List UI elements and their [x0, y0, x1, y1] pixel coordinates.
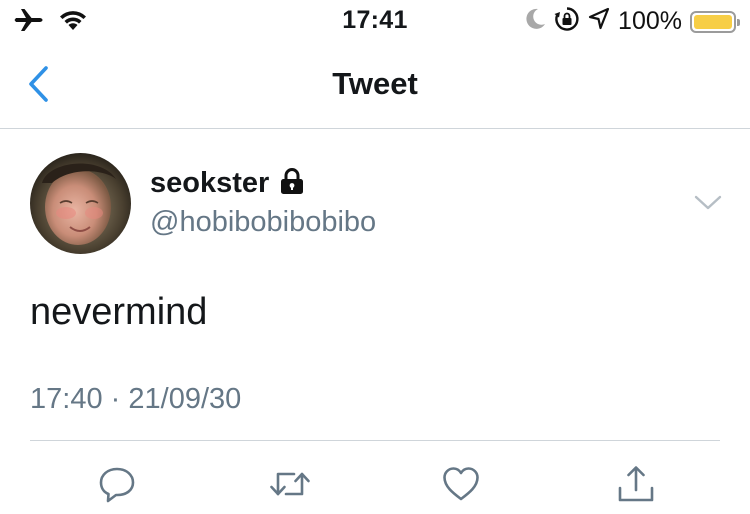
display-name[interactable]: seokster [150, 167, 269, 200]
chevron-down-icon [694, 195, 722, 210]
like-button[interactable] [439, 462, 483, 506]
avatar-photo [30, 153, 131, 254]
location-icon [588, 7, 610, 36]
status-bar: 17:41 100% [0, 0, 750, 40]
share-icon [618, 466, 654, 502]
tweet-text: nevermind [30, 291, 208, 333]
battery-cap [737, 18, 740, 26]
tweet-time: 17:40 [30, 383, 103, 415]
meta-separator: · [110, 383, 121, 415]
divider [30, 440, 720, 441]
lock-icon [279, 167, 305, 200]
retweet-button[interactable] [268, 462, 312, 506]
reply-icon [99, 467, 135, 503]
tweet-actions [0, 462, 750, 506]
author-name-row: seokster [150, 167, 305, 200]
status-right: 100% [524, 6, 740, 37]
retweet-icon [270, 472, 310, 496]
heart-icon [443, 467, 479, 501]
tweet-menu-button[interactable] [694, 194, 722, 212]
moon-icon [524, 7, 546, 36]
nav-bar: Tweet [0, 40, 750, 129]
user-handle[interactable]: @hobibobibobibo [150, 206, 376, 239]
avatar[interactable] [30, 153, 131, 254]
battery-level [694, 14, 732, 29]
battery-icon [690, 10, 740, 33]
rotation-lock-icon [554, 6, 580, 37]
battery-percent: 100% [618, 7, 682, 35]
tweet-date: 21/09/30 [128, 383, 242, 415]
page-title: Tweet [332, 66, 418, 101]
reply-button[interactable] [95, 462, 139, 506]
share-button[interactable] [614, 462, 658, 506]
tweet-timestamp: 17:40 · 21/09/30 [30, 383, 241, 416]
